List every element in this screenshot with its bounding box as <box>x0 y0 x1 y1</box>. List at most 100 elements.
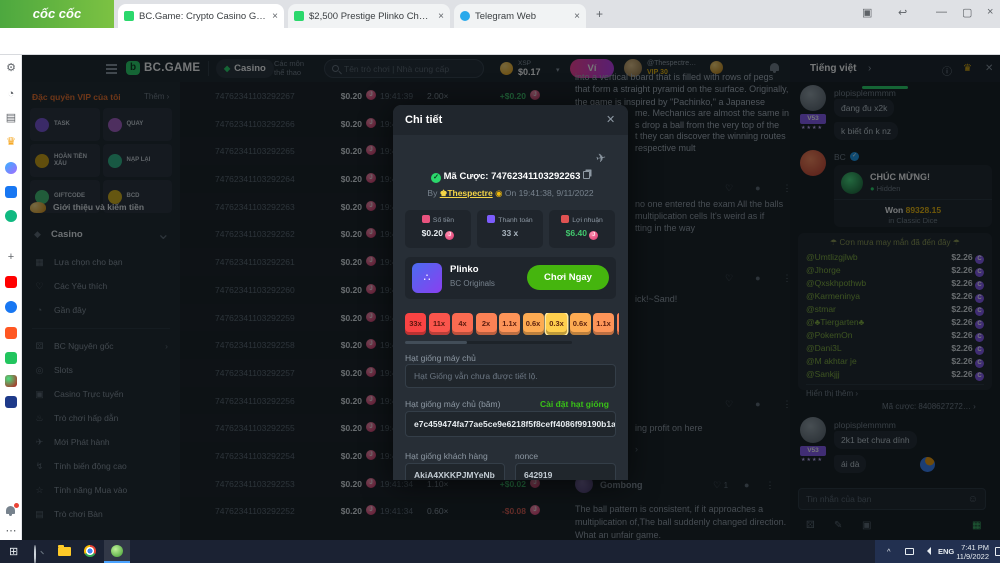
zalo-app-icon[interactable] <box>5 186 17 198</box>
token-coin-icon: J <box>445 231 454 240</box>
youtube-icon[interactable] <box>5 276 17 288</box>
c <box>111 545 123 557</box>
nonce-label: nonce <box>515 451 538 461</box>
client-seed-field[interactable]: AkiA4XKKPJMYeNb <box>405 463 505 480</box>
multiplier-slot: 0.6x <box>570 313 591 335</box>
coccoc-logo[interactable]: cốc cốc <box>0 0 114 28</box>
multiplier-slots: 33x 11x 4x 2x 1.1x 0.6x 0.3x 0.6x 1.1x <box>405 313 619 335</box>
browser-tab-telegram[interactable]: Telegram Web × <box>454 4 586 28</box>
stat-icon <box>487 215 495 223</box>
stat-icon <box>561 215 569 223</box>
a <box>995 547 1000 556</box>
stat-card: Lợi nhuận $6.40 J <box>549 210 615 248</box>
player-link[interactable]: ♚Thespectre <box>440 188 493 198</box>
browser-addressbar: ← → ↻ bc.game/vi/game/plinko ⊞ ◎ ↗ ☆ ◇ ↓… <box>0 28 1000 55</box>
stat-icon <box>422 215 430 223</box>
modal-bet-id: 74762341103292263 <box>491 171 580 182</box>
browser-sidebar-strip: ⚙ ◔ ▤ ♛ + ⋯ <box>0 55 22 540</box>
game-app-icon[interactable] <box>5 210 17 222</box>
browser-tab-bcgame[interactable]: BC.Game: Crypto Casino Gam × <box>118 4 284 28</box>
multiplier-slot: 2x <box>476 313 497 335</box>
bet-details-modal: Chi tiết ✕ ✈ ✓ Mã Cược: 7476234110329226… <box>393 105 628 480</box>
bet-author-row: By ♚Thespectre ◉ On 19:41:38, 9/11/2022 <box>393 188 628 199</box>
browser-tab-plinko-challenge[interactable]: $2,500 Prestige Plinko Challe × <box>288 4 450 28</box>
bet-id-row: ✓ Mã Cược: 74762341103292263 <box>393 171 628 183</box>
tray-chevron-icon[interactable]: ^ <box>887 547 891 556</box>
bcgame-favicon <box>294 11 304 21</box>
bee-icon: ◉ <box>495 188 502 198</box>
window-restore-button[interactable]: ▢ <box>962 6 972 19</box>
leaf-app-icon[interactable] <box>5 375 17 387</box>
taskbar-search-icon[interactable] <box>34 546 36 563</box>
language-indicator[interactable]: ENG <box>938 547 954 556</box>
modal-close-icon[interactable]: ✕ <box>606 113 615 126</box>
messenger-icon[interactable] <box>5 162 17 174</box>
feed-list-icon[interactable]: ▤ <box>5 112 17 124</box>
plinko-thumbnail[interactable]: ∴ <box>412 263 442 293</box>
multiplier-slot: 0.3x <box>546 313 567 335</box>
tab-close-icon[interactable]: × <box>438 11 444 22</box>
multiplier-scrollbar-thumb[interactable] <box>405 341 467 344</box>
orange-app-icon[interactable] <box>5 327 17 339</box>
chrome-icon[interactable] <box>84 545 96 557</box>
new-tab-button[interactable]: + <box>596 7 603 21</box>
telegram-favicon <box>460 11 470 21</box>
share-bet-icon[interactable]: ✈ <box>595 150 607 166</box>
copy-icon[interactable] <box>583 171 590 179</box>
stat-card: Số tiền $0.20 J <box>405 210 471 248</box>
game-provider: BC Originals <box>450 279 495 288</box>
windows-taskbar: ⊞ ^ ENG 7:41 PM 11/9/2022 <box>0 540 1000 563</box>
reading-mode-icon[interactable]: ▣ <box>862 6 872 19</box>
server-seed-label: Hạt giống máy chủ <box>405 353 476 363</box>
verified-check-icon: ✓ <box>431 173 441 183</box>
crown-icon[interactable]: ♛ <box>5 136 17 148</box>
stat-value: 33 x <box>477 228 543 238</box>
multiplier-slot: 1.1x <box>499 313 520 335</box>
game-name: Plinko <box>450 264 479 275</box>
server-seed-hash-label: Hạt giống máy chủ (băm) <box>405 399 500 409</box>
start-button[interactable]: ⊞ <box>9 545 18 558</box>
hh-app-icon[interactable] <box>5 396 17 408</box>
stat-card: Thanh toán 33 x <box>477 210 543 248</box>
multiplier-slot: 11x <box>429 313 450 335</box>
history-clock-icon[interactable]: ◔ <box>5 88 17 100</box>
settings-gear-icon[interactable]: ⚙ <box>5 62 17 74</box>
facebook-icon[interactable] <box>5 301 17 313</box>
window-minimize-button[interactable]: — <box>936 6 947 18</box>
server-seed-field[interactable]: Hạt Giống vẫn chưa được tiết lộ. <box>405 364 616 388</box>
v <box>923 547 931 555</box>
nonce-field[interactable]: 642919 <box>515 463 616 480</box>
b <box>6 506 15 514</box>
bet-stats: Số tiền $0.20 J Thanh toán 33 x Lợi nhuậ… <box>405 210 616 248</box>
more-dots-icon[interactable]: ⋯ <box>5 525 17 537</box>
bcgame-site: b BC.GAME ◆ Casino Các môn thể thao XSP … <box>22 55 1000 540</box>
multiplier-slot: 4x <box>452 313 473 335</box>
tab-close-icon[interactable]: × <box>272 11 278 22</box>
n <box>905 548 914 555</box>
multiplier-slot: 33x <box>405 313 426 335</box>
browser-tabstrip: cốc cốc BC.Game: Crypto Casino Gam × $2,… <box>0 0 1000 28</box>
add-app-icon[interactable]: + <box>5 251 17 263</box>
clock-date[interactable]: 11/9/2022 <box>955 552 989 561</box>
game-card: ∴ Plinko BC Originals Chơi Ngay <box>405 257 616 299</box>
m <box>34 545 36 563</box>
modal-title: Chi tiết <box>405 114 442 126</box>
server-seed-hash-field[interactable]: e7c459474fa77ae5ce9e6218f5f8ceff4086f991… <box>405 411 616 437</box>
token-coin-icon: J <box>589 231 598 240</box>
stat-value: $0.20 J <box>405 228 471 240</box>
clock-time[interactable]: 7:41 PM <box>961 543 989 552</box>
file-explorer-icon[interactable] <box>58 547 71 556</box>
green-app-icon[interactable] <box>5 352 17 364</box>
popup-arrow-icon[interactable]: ↩ <box>898 6 907 19</box>
seed-settings-link[interactable]: Cài đặt hạt giống <box>540 399 609 409</box>
multiplier-slot <box>617 313 620 335</box>
stat-value: $6.40 J <box>549 228 615 240</box>
alerts-bell-icon[interactable] <box>5 505 17 517</box>
multiplier-slot: 1.1x <box>593 313 614 335</box>
coccoc-taskbar-icon[interactable] <box>104 540 130 563</box>
tab-close-icon[interactable]: × <box>574 11 580 22</box>
window-close-button[interactable]: × <box>987 6 993 18</box>
play-now-button[interactable]: Chơi Ngay <box>527 265 609 290</box>
screen: cốc cốc BC.Game: Crypto Casino Gam × $2,… <box>0 0 1000 563</box>
system-tray: ^ ENG 7:41 PM 11/9/2022 <box>875 540 1000 563</box>
